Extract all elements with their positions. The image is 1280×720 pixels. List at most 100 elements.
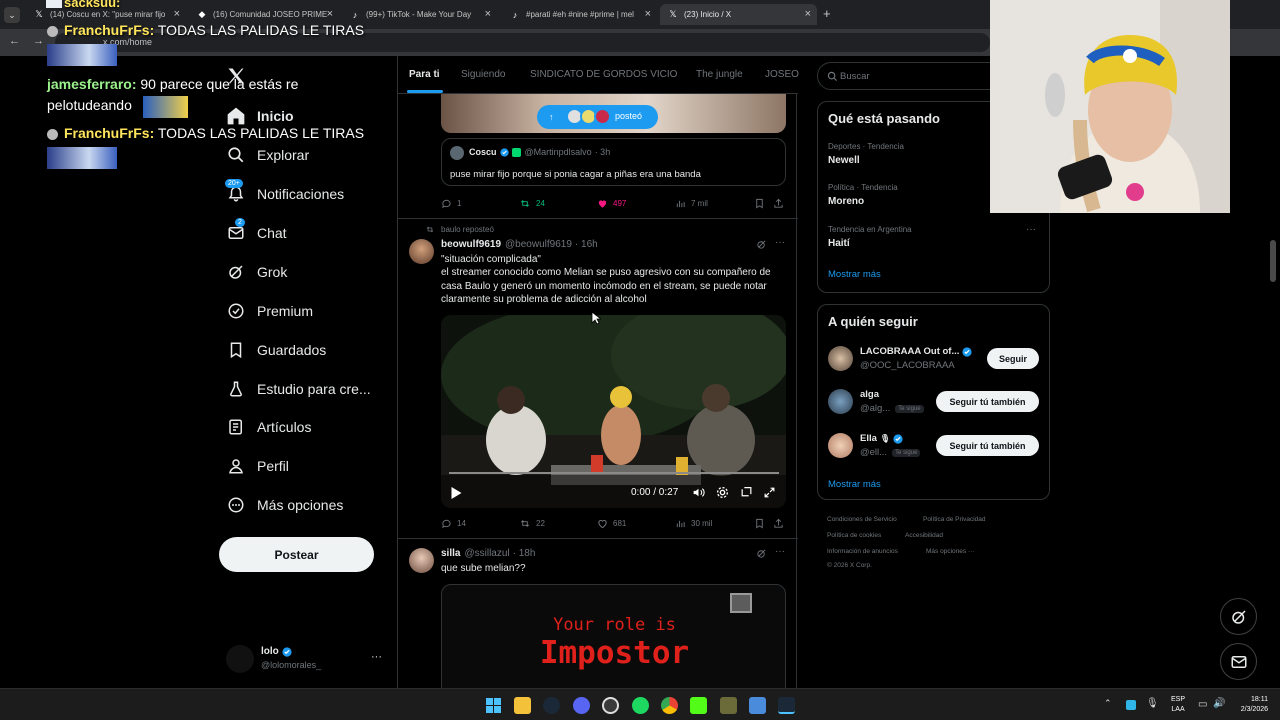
trend-item[interactable]: Tendencia en Argentina Haití ··· bbox=[818, 220, 1049, 258]
tab-search-icon[interactable]: ⌄ bbox=[4, 7, 20, 23]
tray-icon[interactable] bbox=[1126, 700, 1136, 710]
browser-tab-active[interactable]: 𝕏 (23) Inicio / X × bbox=[660, 4, 817, 25]
new-posts-pill[interactable]: ↑ posteó bbox=[537, 105, 658, 129]
app-icon[interactable] bbox=[720, 697, 737, 714]
language-indicator[interactable]: ESP LAA bbox=[1171, 695, 1185, 715]
tweet-author-name[interactable]: beowulf9619 bbox=[441, 239, 501, 250]
close-tab-icon[interactable]: × bbox=[174, 8, 180, 20]
more-icon[interactable]: ··· bbox=[371, 651, 382, 663]
chrome-icon[interactable] bbox=[661, 697, 678, 714]
follow-back-button[interactable]: Seguir tú también bbox=[936, 391, 1039, 412]
sidebar-item-premium[interactable]: Premium bbox=[225, 296, 313, 326]
reply-button[interactable]: 14 bbox=[441, 518, 466, 529]
more-icon[interactable]: ··· bbox=[1026, 224, 1036, 235]
share-button[interactable] bbox=[773, 518, 789, 529]
bookmark-button[interactable] bbox=[754, 518, 770, 529]
follow-button[interactable]: Seguir bbox=[987, 348, 1039, 369]
sidebar-item-notificaciones[interactable]: 20+ Notificaciones bbox=[225, 179, 344, 209]
tab-sindicato[interactable]: SINDICATO DE GORDOS VICIO bbox=[530, 69, 677, 80]
volume-icon[interactable] bbox=[692, 486, 705, 499]
kick-icon[interactable] bbox=[690, 697, 707, 714]
grok-icon[interactable] bbox=[756, 548, 767, 559]
grok-float-button[interactable] bbox=[1220, 598, 1257, 635]
new-tab-button[interactable]: + bbox=[823, 6, 831, 21]
footer-link[interactable]: Condiciones de Servicio bbox=[827, 516, 897, 523]
footer-link[interactable]: Información de anuncios bbox=[827, 548, 898, 555]
tweet-video[interactable]: 0:00 / 0:27 bbox=[441, 315, 786, 508]
sidebar-item-grok[interactable]: Grok bbox=[225, 257, 287, 287]
back-icon[interactable]: ← bbox=[9, 35, 20, 47]
avatar[interactable] bbox=[409, 239, 434, 264]
pip-icon[interactable] bbox=[740, 486, 753, 499]
like-button[interactable]: 497 bbox=[597, 198, 626, 209]
tab-the-jungle[interactable]: The jungle bbox=[696, 69, 743, 80]
account-switcher[interactable]: lolo @lolomorales_ ··· bbox=[226, 642, 386, 676]
share-button[interactable] bbox=[773, 198, 789, 209]
avatar[interactable] bbox=[828, 389, 853, 414]
chevron-up-icon[interactable]: ⌃ bbox=[1104, 698, 1112, 709]
views-button[interactable]: 7 mil bbox=[675, 198, 708, 209]
sidebar-item-articulos[interactable]: Artículos bbox=[225, 412, 311, 442]
obs-icon[interactable] bbox=[602, 697, 619, 714]
post-button[interactable]: Postear bbox=[219, 537, 374, 572]
retweet-button[interactable]: 22 bbox=[519, 518, 545, 529]
footer-link[interactable]: Política de Privacidad bbox=[923, 516, 986, 523]
like-button[interactable]: 681 bbox=[597, 518, 626, 529]
avatar[interactable] bbox=[828, 346, 853, 371]
footer-link[interactable]: Accesibilidad bbox=[905, 532, 943, 539]
heart-icon bbox=[598, 519, 607, 529]
sidebar-item-perfil[interactable]: Perfil bbox=[225, 451, 289, 481]
reply-button[interactable]: 1 bbox=[441, 198, 461, 209]
clock[interactable]: 18:11 2/3/2026 bbox=[1232, 695, 1268, 715]
bookmark-button[interactable] bbox=[754, 198, 770, 209]
messages-float-button[interactable] bbox=[1220, 643, 1257, 680]
spotify-icon[interactable] bbox=[632, 697, 649, 714]
discord-icon[interactable] bbox=[573, 697, 590, 714]
browser-tab[interactable]: ♪ (99+) TikTok - Make Your Day × bbox=[342, 4, 497, 25]
scrollbar-thumb[interactable] bbox=[1270, 240, 1276, 282]
notepad-icon[interactable] bbox=[749, 697, 766, 714]
start-icon[interactable] bbox=[486, 698, 501, 713]
close-tab-icon[interactable]: × bbox=[645, 8, 651, 20]
sidebar-item-estudio[interactable]: Estudio para cre... bbox=[225, 374, 371, 404]
verified-badge-icon bbox=[499, 147, 509, 157]
tab-para-ti[interactable]: Para ti bbox=[409, 69, 440, 80]
file-explorer-icon[interactable] bbox=[514, 697, 531, 714]
microphone-icon[interactable]: 🎙 bbox=[1146, 698, 1159, 709]
display-icon[interactable]: ▭ bbox=[1198, 699, 1207, 710]
more-icon[interactable]: ··· bbox=[775, 237, 785, 248]
close-tab-icon[interactable]: × bbox=[485, 8, 491, 20]
sidebar-item-explorar[interactable]: Explorar bbox=[225, 140, 309, 170]
fullscreen-icon[interactable] bbox=[763, 486, 776, 499]
more-icon[interactable]: ··· bbox=[775, 546, 785, 557]
retweet-button[interactable]: 24 bbox=[519, 198, 545, 209]
tweet-author-name[interactable]: silla bbox=[441, 548, 460, 559]
browser-tab[interactable]: ♪ #parati #eh #nine #prime | mel × bbox=[502, 4, 657, 25]
follow-back-button[interactable]: Seguir tú también bbox=[936, 435, 1039, 456]
quoted-tweet[interactable]: Coscu @Martinpdlsalvo · 3h puse mirar fi… bbox=[441, 138, 786, 186]
avatar[interactable] bbox=[828, 433, 853, 458]
tab-siguiendo[interactable]: Siguiendo bbox=[461, 69, 505, 80]
sidebar-item-chat[interactable]: 2 Chat bbox=[225, 218, 287, 248]
play-icon[interactable] bbox=[451, 487, 462, 499]
close-tab-icon[interactable]: × bbox=[327, 8, 333, 20]
footer-link[interactable]: Más opciones ··· bbox=[926, 548, 974, 555]
footer-link[interactable]: Política de cookies bbox=[827, 532, 881, 539]
speaker-icon[interactable]: 🔊 bbox=[1213, 698, 1225, 709]
show-more-link[interactable]: Mostrar más bbox=[828, 479, 881, 490]
close-tab-icon[interactable]: × bbox=[805, 8, 811, 20]
avatar[interactable] bbox=[409, 548, 434, 573]
tab-joseo[interactable]: JOSEO bbox=[765, 69, 799, 80]
forward-icon[interactable]: → bbox=[33, 35, 44, 47]
follow-name[interactable]: Ella bbox=[860, 433, 877, 444]
views-button[interactable]: 30 mil bbox=[675, 518, 712, 529]
sidebar-item-guardados[interactable]: Guardados bbox=[225, 335, 326, 365]
grok-icon[interactable] bbox=[756, 239, 767, 250]
steam-window-icon[interactable] bbox=[778, 697, 795, 714]
settings-icon[interactable] bbox=[716, 486, 729, 499]
sidebar-item-mas-opciones[interactable]: Más opciones bbox=[225, 490, 343, 520]
follow-name[interactable]: LACOBRAAA Out of... bbox=[860, 346, 959, 357]
steam-icon[interactable] bbox=[543, 697, 560, 714]
show-more-link[interactable]: Mostrar más bbox=[828, 269, 881, 280]
follow-name[interactable]: alga bbox=[860, 389, 879, 400]
